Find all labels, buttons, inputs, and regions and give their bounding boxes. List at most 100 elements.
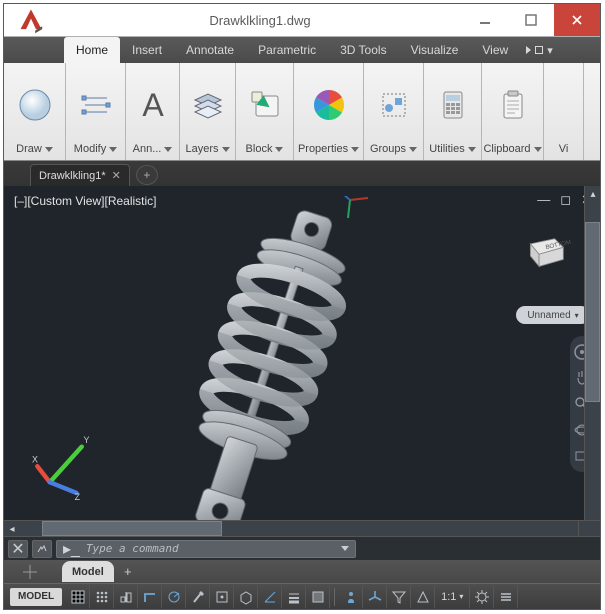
- ribbon-group-label: Vi: [559, 143, 569, 155]
- tab-home[interactable]: Home: [64, 37, 120, 63]
- document-tab-label: Drawklkling1*: [39, 170, 106, 182]
- dropdown-icon: [351, 147, 359, 152]
- ribbon: Draw Modify A Ann... Layers Block: [4, 63, 600, 161]
- layout-tab-model[interactable]: Model: [62, 561, 114, 582]
- close-icon: [571, 14, 583, 26]
- ribbon-group-label: Block: [246, 143, 273, 155]
- tab-label: Visualize: [411, 43, 459, 57]
- dropdown-icon: [409, 147, 417, 152]
- ribbon-group-label: Draw: [16, 143, 42, 155]
- minimize-button[interactable]: [462, 4, 508, 36]
- ribbon-group-utilities[interactable]: Utilities: [424, 63, 482, 160]
- titlebar: Drawklkling1.dwg: [4, 4, 600, 37]
- ribbon-group-draw[interactable]: Draw: [4, 63, 66, 160]
- command-customize-button[interactable]: [32, 540, 52, 558]
- transparency-icon: [310, 589, 326, 605]
- viewport[interactable]: [–][Custom View][Realistic] — ◻ ✕ BOTTOM…: [4, 186, 600, 560]
- command-recent-dropdown-icon[interactable]: [341, 546, 349, 551]
- lineweight-toggle[interactable]: [282, 586, 306, 608]
- ortho-toggle[interactable]: [138, 586, 162, 608]
- command-line: ✕ ▸_ Type a command: [4, 536, 600, 560]
- window-controls: [462, 4, 600, 36]
- tab-parametric[interactable]: Parametric: [246, 37, 328, 63]
- window-title: Drawklkling1.dwg: [58, 4, 462, 36]
- ribbon-group-label: Modify: [74, 143, 106, 155]
- scale-label: 1:1: [441, 591, 456, 603]
- close-button[interactable]: [554, 4, 600, 36]
- lineweight-icon: [286, 589, 302, 605]
- vp-minimize-icon[interactable]: —: [537, 192, 550, 208]
- snap-toggle[interactable]: [90, 586, 114, 608]
- isodraft-toggle[interactable]: [186, 586, 210, 608]
- ribbon-overflow[interactable]: ▾: [520, 37, 559, 63]
- ribbon-group-annotation[interactable]: A Ann...: [126, 63, 180, 160]
- tab-visualize[interactable]: Visualize: [399, 37, 471, 63]
- vp-maximize-icon[interactable]: ◻: [560, 192, 571, 208]
- workspace-switching[interactable]: [470, 586, 494, 608]
- dropdown-icon: [468, 147, 476, 152]
- ribbon-group-view-partial[interactable]: Vi: [544, 63, 584, 160]
- 3dosnap-icon: [238, 589, 254, 605]
- otrack-toggle[interactable]: [258, 586, 282, 608]
- command-input[interactable]: ▸_ Type a command: [56, 540, 356, 558]
- dyn-input-icon: [118, 589, 134, 605]
- tab-label: Parametric: [258, 43, 316, 57]
- layout-tabs-handle[interactable]: [4, 560, 56, 583]
- polar-toggle[interactable]: [162, 586, 186, 608]
- circle-icon: [16, 86, 54, 124]
- overflow-sq-icon: [535, 46, 543, 54]
- dropdown-icon: [534, 147, 542, 152]
- ribbon-group-layers[interactable]: Layers: [180, 63, 236, 160]
- annotation-visibility-toggle[interactable]: [411, 586, 435, 608]
- model-render: [124, 196, 424, 556]
- snap-icon: [94, 589, 110, 605]
- gizmo-icon: [367, 589, 383, 605]
- dropdown-icon: [222, 147, 230, 152]
- tab-insert[interactable]: Insert: [120, 37, 174, 63]
- scrollbar-corner: [578, 520, 600, 536]
- layout-add-button[interactable]: +: [118, 562, 138, 582]
- grid-toggle[interactable]: [66, 586, 90, 608]
- autocad-a-icon: [17, 6, 45, 34]
- tab-view[interactable]: View: [470, 37, 520, 63]
- viewcube[interactable]: BOTTOM: [520, 230, 572, 270]
- horizontal-scrollbar[interactable]: ◂: [4, 520, 578, 536]
- ribbon-group-clipboard[interactable]: Clipboard: [482, 63, 544, 160]
- app-logo[interactable]: [4, 4, 58, 36]
- gizmo-toggle[interactable]: [363, 586, 387, 608]
- document-tabs: Drawklkling1* ✕ +: [4, 161, 600, 186]
- ribbon-group-groups[interactable]: Groups: [364, 63, 424, 160]
- human-icon: [343, 589, 359, 605]
- new-tab-button[interactable]: +: [136, 165, 158, 185]
- selection-cycling-toggle[interactable]: [339, 586, 363, 608]
- customization-button[interactable]: [494, 586, 518, 608]
- filter-icon: [391, 589, 407, 605]
- ribbon-group-modify[interactable]: Modify: [66, 63, 126, 160]
- ribbon-group-properties[interactable]: Properties: [294, 63, 364, 160]
- transparency-toggle[interactable]: [306, 586, 330, 608]
- ribbon-tabs: Home Insert Annotate Parametric 3D Tools…: [4, 37, 600, 63]
- ribbon-group-block[interactable]: Block: [236, 63, 294, 160]
- ucs-name-pill[interactable]: Unnamed ▾: [516, 306, 590, 324]
- layout-tabs-row: Model +: [4, 560, 600, 583]
- 3dosnap-toggle[interactable]: [234, 586, 258, 608]
- tab-label: Insert: [132, 43, 162, 57]
- filter-toggle[interactable]: [387, 586, 411, 608]
- svg-text:Y: Y: [84, 435, 90, 445]
- osnap-toggle[interactable]: [210, 586, 234, 608]
- dropdown-icon: [164, 147, 172, 152]
- dynamic-input-toggle[interactable]: [114, 586, 138, 608]
- command-history-button[interactable]: ✕: [8, 540, 28, 558]
- document-tab[interactable]: Drawklkling1* ✕: [30, 164, 130, 186]
- tab-3dtools[interactable]: 3D Tools: [328, 37, 398, 63]
- annotation-scale[interactable]: 1:1▾: [435, 586, 470, 608]
- overflow-tri-icon: [526, 46, 531, 54]
- ucs-icon[interactable]: Y X Z: [32, 420, 112, 500]
- modelspace-button[interactable]: MODEL: [10, 588, 62, 606]
- ribbon-group-label: Ann...: [133, 143, 162, 155]
- vertical-scrollbar[interactable]: ▴: [584, 186, 600, 520]
- close-tab-icon[interactable]: ✕: [112, 169, 121, 182]
- maximize-button[interactable]: [508, 4, 554, 36]
- ribbon-group-label: Groups: [370, 143, 406, 155]
- tab-annotate[interactable]: Annotate: [174, 37, 246, 63]
